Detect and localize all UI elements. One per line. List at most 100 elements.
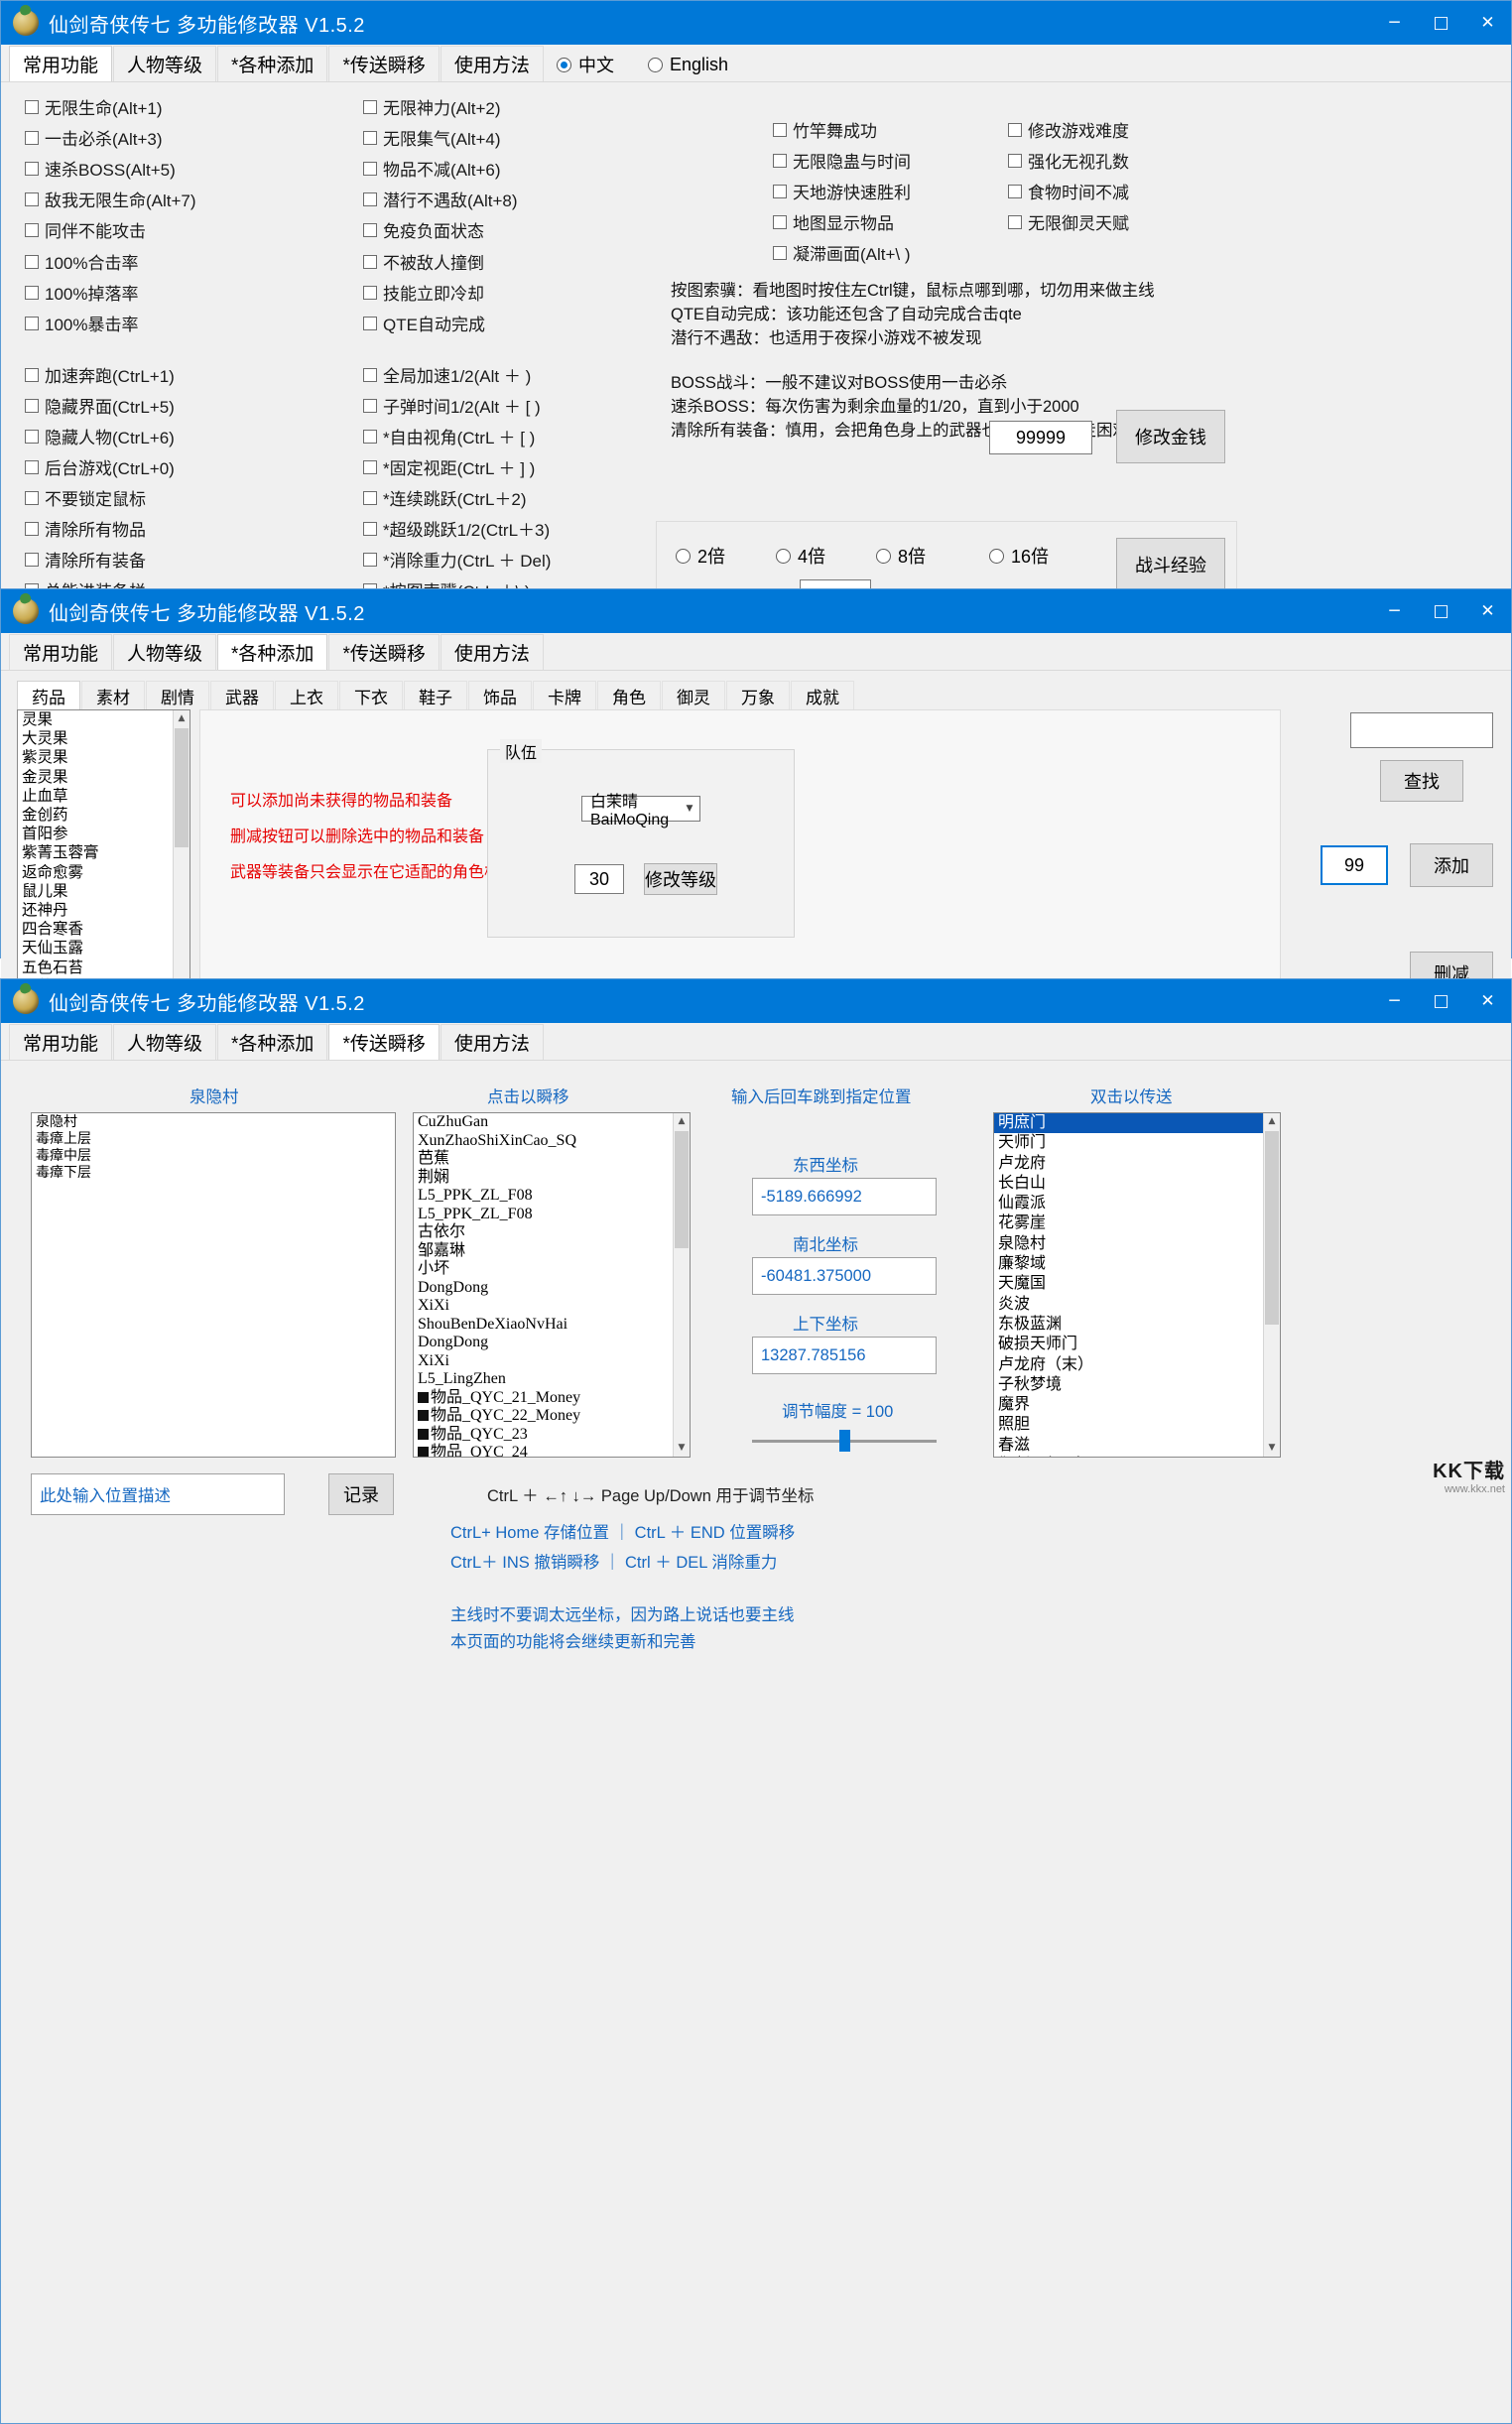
checkbox-box[interactable]: [363, 490, 377, 505]
checkbox-c2-5[interactable]: 不被敌人撞倒: [363, 249, 484, 274]
list-item[interactable]: 鼠儿果: [18, 882, 189, 901]
position-description-input[interactable]: 此处输入位置描述: [31, 1473, 285, 1515]
tab-common-functions-w3[interactable]: 常用功能: [9, 1024, 113, 1060]
money-input[interactable]: 99999: [989, 421, 1092, 454]
checkbox-box[interactable]: [363, 99, 377, 114]
modify-level-button[interactable]: 修改等级: [644, 863, 717, 895]
checkbox-box[interactable]: [25, 191, 39, 206]
checkbox-c2-10[interactable]: *自由视角(CtrL ＋ [ ): [363, 424, 535, 448]
list-item[interactable]: 毒瘴上层: [32, 1130, 395, 1147]
list-item[interactable]: 物品_QYC_24: [414, 1444, 690, 1457]
list-item[interactable]: 物品_QYC_21_Money: [414, 1389, 690, 1408]
list-item[interactable]: 物品_QYC_22_Money: [414, 1407, 690, 1426]
checkbox-c2-2[interactable]: 物品不减(Alt+6): [363, 156, 501, 181]
scroll-down-icon[interactable]: ▼: [674, 1440, 690, 1457]
list-item[interactable]: 毒瘴中层: [32, 1147, 395, 1164]
maximize-button-w1[interactable]: □: [1418, 1, 1464, 45]
checkbox-box[interactable]: [25, 130, 39, 145]
checkbox-c1-11[interactable]: 后台游戏(CtrL+0): [25, 454, 175, 479]
maximize-button-w2[interactable]: □: [1418, 589, 1464, 633]
tab-various-add[interactable]: *各种添加: [217, 46, 328, 81]
subtab-wanxiang[interactable]: 万象: [726, 681, 790, 710]
list-item[interactable]: 魔界: [994, 1395, 1280, 1415]
slider-thumb[interactable]: [839, 1430, 850, 1452]
tab-character-level-w2[interactable]: 人物等级: [113, 634, 217, 670]
minimize-button-w2[interactable]: ─: [1371, 589, 1418, 633]
checkbox-c2-8[interactable]: 全局加速1/2(Alt ＋ ): [363, 362, 531, 387]
checkbox-box[interactable]: [773, 184, 787, 198]
checkbox-box[interactable]: [25, 367, 39, 382]
tab-various-add-w3[interactable]: *各种添加: [217, 1024, 328, 1060]
radio-multiplier-16x[interactable]: 16倍: [989, 543, 1049, 569]
list-item[interactable]: 还神丹: [18, 901, 189, 920]
list-item[interactable]: 御剑飞行_人界: [994, 1456, 1280, 1457]
checkbox-c1-13[interactable]: 清除所有物品: [25, 516, 146, 541]
list-item[interactable]: 长白山: [994, 1174, 1280, 1194]
radio-multiplier-8x[interactable]: 8倍: [876, 543, 926, 569]
list-item[interactable]: 仙霞派: [994, 1194, 1280, 1213]
checkbox-c2-11[interactable]: *固定视距(CtrL ＋ ] ): [363, 454, 535, 479]
list-item[interactable]: 芭蕉: [414, 1150, 690, 1169]
checkbox-box[interactable]: [363, 552, 377, 567]
scrollbar-teleport-list[interactable]: ▲ ▼: [1263, 1113, 1280, 1457]
list-item[interactable]: 邹嘉琳: [414, 1242, 690, 1261]
close-button-w2[interactable]: ✕: [1464, 589, 1511, 633]
list-item[interactable]: DongDong: [414, 1334, 690, 1352]
list-item[interactable]: 天师门: [994, 1133, 1280, 1153]
list-item[interactable]: 紫灵果: [18, 748, 189, 767]
list-item[interactable]: 返命愈雾: [18, 863, 189, 882]
count-input[interactable]: 99: [1321, 845, 1388, 885]
list-item[interactable]: 止血草: [18, 787, 189, 806]
checkbox-box[interactable]: [1008, 214, 1022, 229]
checkbox-box[interactable]: [773, 153, 787, 168]
subtab-medicine[interactable]: 药品: [17, 681, 80, 710]
checkbox-c3-1[interactable]: 无限隐蛊与时间: [773, 148, 911, 173]
chevron-down-icon[interactable]: ▼: [680, 804, 699, 814]
checkbox-c1-3[interactable]: 敌我无限生命(Alt+7): [25, 187, 196, 211]
modify-money-button[interactable]: 修改金钱: [1116, 410, 1225, 463]
tab-usage-w3[interactable]: 使用方法: [440, 1024, 544, 1060]
checkbox-c4-3[interactable]: 无限御灵天赋: [1008, 209, 1129, 234]
item-listbox[interactable]: 灵果 大灵果 紫灵果 金灵果 止血草 金创药 首阳参 紫菁玉蓉膏 返命愈雾 鼠儿…: [17, 709, 190, 1005]
checkbox-box[interactable]: [363, 429, 377, 444]
checkbox-box[interactable]: [25, 552, 39, 567]
list-item[interactable]: XiXi: [414, 1297, 690, 1316]
checkbox-c2-7[interactable]: QTE自动完成: [363, 311, 485, 335]
list-item[interactable]: 花雾崖: [994, 1213, 1280, 1233]
scroll-up-icon[interactable]: ▲: [174, 710, 189, 727]
titlebar-window3[interactable]: 仙剑奇侠传七 多功能修改器 V1.5.2 ─ □ ✕: [1, 979, 1511, 1023]
checkbox-box[interactable]: [363, 130, 377, 145]
titlebar-window1[interactable]: 仙剑奇侠传七 多功能修改器 V1.5.2 ─ □ ✕: [1, 1, 1511, 45]
checkbox-box[interactable]: [363, 191, 377, 206]
checkbox-box[interactable]: [363, 367, 377, 382]
checkbox-c1-7[interactable]: 100%暴击率: [25, 311, 138, 335]
close-button-w3[interactable]: ✕: [1464, 979, 1511, 1023]
checkbox-c1-2[interactable]: 速杀BOSS(Alt+5): [25, 156, 176, 181]
checkbox-c2-14[interactable]: *消除重力(CtrL ＋ Del): [363, 547, 551, 572]
list-item[interactable]: 泉隐村: [994, 1234, 1280, 1254]
checkbox-box[interactable]: [773, 245, 787, 260]
checkbox-box[interactable]: [25, 316, 39, 330]
maximize-button-w3[interactable]: □: [1418, 979, 1464, 1023]
checkbox-c3-3[interactable]: 地图显示物品: [773, 209, 894, 234]
object-listbox[interactable]: CuZhuGan XunZhaoShiXinCao_SQ 芭蕉 荆娴 L5_PP…: [413, 1112, 691, 1458]
checkbox-box[interactable]: [1008, 153, 1022, 168]
checkbox-c1-10[interactable]: 隐藏人物(CtrL+6): [25, 424, 175, 448]
list-item[interactable]: 古依尔: [414, 1223, 690, 1242]
checkbox-c1-1[interactable]: 一击必杀(Alt+3): [25, 125, 163, 150]
search-input[interactable]: [1350, 712, 1493, 748]
checkbox-box[interactable]: [363, 161, 377, 176]
checkbox-box[interactable]: [25, 490, 39, 505]
checkbox-box[interactable]: [25, 99, 39, 114]
checkbox-c2-6[interactable]: 技能立即冷却: [363, 280, 484, 305]
checkbox-box[interactable]: [363, 316, 377, 330]
list-item[interactable]: DongDong: [414, 1279, 690, 1298]
list-item[interactable]: 大灵果: [18, 729, 189, 748]
checkbox-c1-5[interactable]: 100%合击率: [25, 249, 138, 274]
checkbox-c1-9[interactable]: 隐藏界面(CtrL+5): [25, 393, 175, 418]
checkbox-c2-12[interactable]: *连续跳跃(CtrL＋2): [363, 485, 527, 510]
teleport-listbox[interactable]: 明庶门 天师门 卢龙府 长白山 仙霞派 花雾崖 泉隐村 廉黎域 天魔国 炎波 东…: [993, 1112, 1281, 1458]
coord-input-ud[interactable]: 13287.785156: [752, 1337, 937, 1374]
checkbox-box[interactable]: [25, 521, 39, 536]
tab-various-add-w2[interactable]: *各种添加: [217, 634, 328, 670]
